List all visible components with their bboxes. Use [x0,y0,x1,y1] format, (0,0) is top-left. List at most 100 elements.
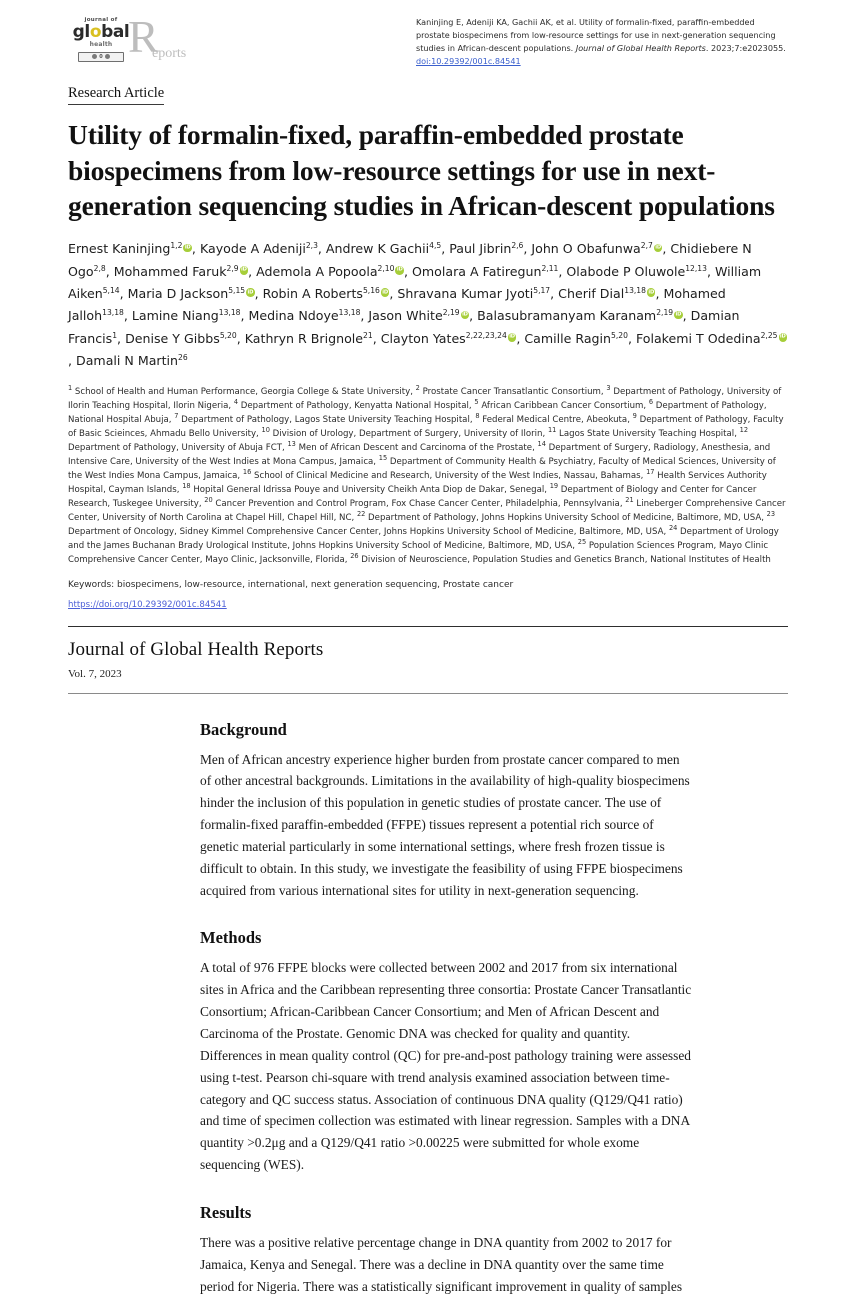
author-affiliation-refs: 2,10 [377,263,395,273]
orcid-icon[interactable] [653,243,663,253]
affiliation-entry: 4 Department of Pathology, Kenyatta Nati… [234,398,475,411]
author-affiliation-refs: 5,20 [611,330,628,340]
author-affiliation-refs: 2,22,23,24 [465,330,507,340]
affiliation-number: 21 [625,495,634,504]
orcid-icon[interactable] [183,243,192,253]
author-entry: Maria D Jackson5,15, [128,286,263,301]
affiliation-text: Prostate Cancer Transatlantic Consortium… [419,386,607,397]
author-affiliation-refs: 13,18 [624,285,646,295]
divider-bottom [68,692,788,694]
author-entry: Clayton Yates2,22,23,24, [381,331,525,346]
author-entry: Cherif Dial13,18, [558,286,663,301]
author-name: Clayton Yates [380,330,466,346]
author-separator: , [317,241,326,257]
author-name: Ernest Kaninjing [68,241,171,257]
affiliation-text: Department of Pathology, Johns Hopkins U… [365,512,767,523]
author-separator: , [627,330,636,346]
author-name: Mohammed Faruk [113,263,227,279]
author-list: Ernest Kaninjing1,2, Kayode A Adeniji2,3… [68,238,788,372]
logo-bar-dot-left [92,54,98,60]
author-entry: Kayode A Adeniji2,3, [200,241,326,256]
article-type-label: Research Article [68,84,165,105]
author-entry: Denise Y Gibbs5,20, [125,331,245,346]
affiliation-text: Department of Pathology, Kenyatta Nation… [238,400,475,411]
author-name: Omolara A Fatiregun [411,263,542,279]
author-name: John O Obafunwa [531,241,641,257]
affiliation-text: Department of Pathology, Lagos State Uni… [178,414,476,425]
affiliation-number: 18 [182,481,191,490]
author-separator: , [236,330,245,346]
author-entry: Omolara A Fatiregun2,11, [412,264,566,279]
orcid-icon[interactable] [460,310,470,320]
affiliation-number: 23 [766,509,776,518]
logo-open-access-icon: 0 [78,51,124,62]
author-affiliation-refs: 2,9 [226,263,239,273]
affiliation-number: 10 [261,425,270,434]
author-name: Denise Y Gibbs [125,330,220,346]
affiliation-text: Cancer Prevention and Control Program, F… [212,498,626,509]
affiliation-entry: 16 School of Clinical Medicine and Resea… [243,468,646,480]
author-separator: , [240,308,249,324]
author-name: Kathryn R Brignole [244,330,364,346]
affiliation-entry: 20 Cancer Prevention and Control Program… [204,495,626,509]
section-heading: Background [200,719,287,739]
affiliation-number: 14 [537,439,546,448]
author-separator: , [372,330,381,346]
affiliation-text: Hopital General Idrissa Pouye and Univer… [190,484,550,495]
orcid-icon[interactable] [507,333,517,342]
doi-url-link[interactable]: https://doi.org/10.29392/001c.84541 [68,600,227,610]
affiliation-entry: 13 Men of African Descent and Carcinoma … [287,439,537,452]
affiliation-text: School of Health and Human Performance, … [72,386,416,397]
orcid-icon[interactable] [380,288,390,297]
orcid-icon[interactable] [395,266,404,275]
logo-global-post: bal [101,21,130,42]
page-header: journal of global health 0 R eports Kani… [0,0,850,70]
author-affiliation-refs: 5,15 [228,285,246,295]
author-entry: Lamine Niang13,18, [132,308,249,323]
author-name: Folakemi T Odedina [635,330,761,346]
affiliation-entry: 10 Division of Urology, Department of Su… [261,425,548,438]
author-name: Shravana Kumar Jyoti [397,285,534,301]
affiliation-number: 13 [287,439,296,448]
author-affiliation-refs: 26 [178,352,188,362]
author-entry: Andrew K Gachii4,5, [326,241,449,256]
logo-bar-label: 0 [99,53,103,60]
affiliation-number: 19 [549,481,559,490]
affiliation-entry: 18 Hopital General Idrissa Pouye and Uni… [182,481,550,495]
author-name: Olabode P Oluwole [566,263,686,279]
author-affiliation-refs: 12,13 [685,263,707,273]
author-entry: Jason White2,19, [368,308,477,323]
author-separator: , [682,308,691,324]
author-affiliation-refs: 4,5 [429,240,442,250]
author-affiliation-refs: 2,11 [541,263,559,273]
author-affiliation-refs: 5,16 [362,285,380,295]
author-affiliation-refs: 2,6 [511,240,524,250]
author-name: Lamine Niang [131,308,219,324]
affiliation-list: 1 School of Health and Human Performance… [68,384,788,567]
journal-title: Journal of Global Health Reports [68,638,324,660]
author-name: Maria D Jackson [127,285,229,301]
orcid-icon[interactable] [246,288,255,297]
author-separator: , [248,263,257,279]
citation-text-part2: . 2023;7:e2023055. [705,43,786,54]
author-entry: Ernest Kaninjing1,2, [68,241,200,256]
author-affiliation-refs: 5,20 [219,330,237,340]
orcid-icon[interactable] [674,310,683,320]
logo-globe-o-icon: o [89,21,102,42]
affiliation-number: 20 [204,495,213,504]
orcid-icon[interactable] [778,333,788,342]
author-name: Damali N Martin [76,353,179,369]
orcid-icon[interactable] [646,288,656,297]
abstract-body: Background Men of African ancestry experi… [0,720,850,1297]
citation-doi-link[interactable]: doi:10.29392/001c.84541 [416,56,521,66]
author-entry: Shravana Kumar Jyoti5,17, [397,286,558,301]
author-separator: , [105,263,114,279]
orcid-icon[interactable] [239,266,249,275]
author-entry: John O Obafunwa2,7, [531,241,670,256]
author-name: Andrew K Gachii [325,241,430,257]
affiliation-entry: 22 Department of Pathology, Johns Hopkin… [357,510,767,523]
logo-global-text: global [70,21,132,42]
author-affiliation-refs: 1,2 [170,240,183,250]
author-entry: Kathryn R Brignole21, [245,331,381,346]
affiliation-number: 12 [739,425,749,434]
